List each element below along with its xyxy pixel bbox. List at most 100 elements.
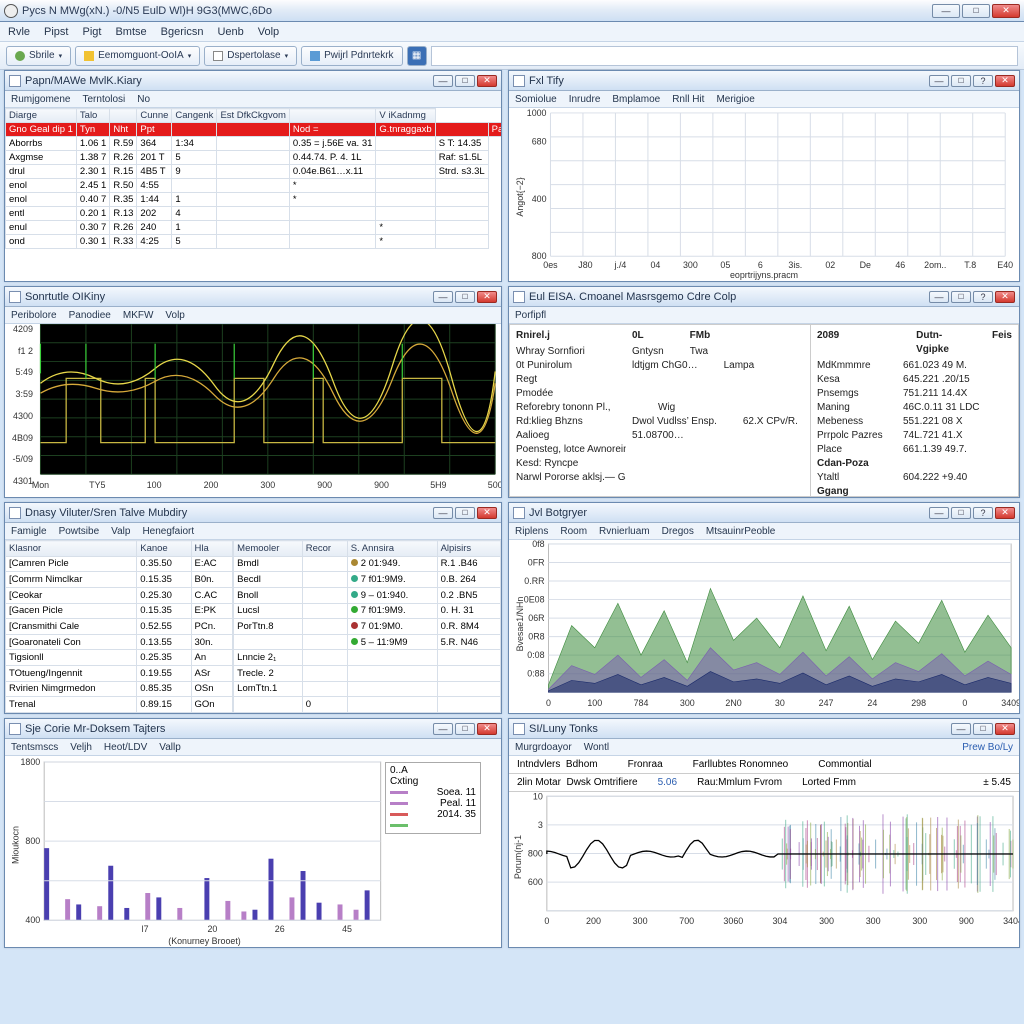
toolbar-button-1[interactable]: Sbrile▾ — [6, 46, 71, 66]
svg-text:TY5: TY5 — [89, 480, 105, 490]
toolbar-icon[interactable]: ▦ — [407, 46, 427, 66]
panel-icon — [513, 75, 525, 87]
panel-min[interactable]: — — [433, 723, 453, 735]
panel-max[interactable]: ☐ — [951, 75, 971, 87]
panel-menu-item[interactable]: MKFW — [123, 310, 154, 321]
svg-text:3404: 3404 — [1003, 916, 1019, 926]
panel-title-text: Sje Corie Mr-Doksem Tajters — [25, 723, 429, 735]
panel-min[interactable]: — — [929, 291, 949, 303]
panel-close[interactable]: ✕ — [477, 723, 497, 735]
svg-text:Angot{−2}: Angot{−2} — [515, 177, 525, 216]
svg-text:300: 300 — [633, 916, 648, 926]
panel-menu-item[interactable]: Heot/LDV — [104, 742, 147, 753]
menu-item[interactable]: Bmtse — [115, 26, 146, 38]
panel-close[interactable]: ✕ — [995, 291, 1015, 303]
panel-min[interactable]: — — [929, 507, 949, 519]
panel-max[interactable]: ☐ — [455, 75, 475, 87]
panel-close[interactable]: ✕ — [995, 507, 1015, 519]
panel-menu-item[interactable]: MtsauinrPeoble — [706, 526, 775, 537]
panel-min[interactable]: — — [433, 291, 453, 303]
panel-menu-item[interactable]: Henegfaiort — [142, 526, 194, 537]
panel-menu-item[interactable]: Riplens — [515, 526, 548, 537]
svg-text:0R8: 0R8 — [528, 632, 544, 642]
svg-text:900: 900 — [317, 480, 332, 490]
maximize-button[interactable]: ☐ — [962, 4, 990, 18]
panel-menu-item[interactable]: Dregos — [662, 526, 694, 537]
panel-menu-item[interactable]: Inrudre — [569, 94, 601, 105]
panel-menu-item[interactable]: Famigle — [11, 526, 47, 537]
panel-menu-item[interactable]: Powtsibe — [59, 526, 100, 537]
menu-item[interactable]: Pigt — [82, 26, 101, 38]
svg-text:05: 05 — [720, 260, 730, 270]
panel-close[interactable]: ✕ — [477, 75, 497, 87]
panel-min[interactable]: — — [433, 75, 453, 87]
panel-spectrum: Jvl Botgryer —☐?✕ Riplens Room Rvnierlua… — [508, 502, 1020, 714]
panel-close[interactable]: ✕ — [995, 75, 1015, 87]
svg-text:0f8: 0f8 — [532, 540, 544, 549]
panel-title-text: Fxl Tify — [529, 75, 925, 87]
panel-menu-item[interactable]: Veljh — [70, 742, 92, 753]
panel-menu-item[interactable]: Valp — [111, 526, 130, 537]
panel-link[interactable]: Prew Bo/Ly — [962, 742, 1013, 753]
list-left[interactable]: KlasnorKanoeHla[Camren Picle0.35.50E:AC[… — [5, 540, 233, 713]
panel-menu-item[interactable]: Room — [560, 526, 587, 537]
panel-min[interactable]: — — [433, 507, 453, 519]
panel-max[interactable]: ☐ — [455, 291, 475, 303]
close-button[interactable]: ✕ — [992, 4, 1020, 18]
spectrum-chart: 0f80FR0.RR0E0806R0R80:080:88 01007843002… — [509, 540, 1019, 713]
panel-close[interactable]: ✕ — [995, 723, 1015, 735]
panel-max[interactable]: ☐ — [973, 723, 993, 735]
menu-item[interactable]: Bgericsn — [161, 26, 204, 38]
toolbar-button-2[interactable]: Eemomguont-OoIA▾ — [75, 46, 200, 66]
panel-min[interactable]: — — [929, 75, 949, 87]
panel-menu-item[interactable]: Vallp — [159, 742, 181, 753]
svg-text:0: 0 — [546, 698, 551, 708]
menu-item[interactable]: Rvle — [8, 26, 30, 38]
panel-menu-item[interactable]: Bmplamoe — [612, 94, 660, 105]
toolbar-button-4[interactable]: Pwijrl Pdnrtekrk — [301, 46, 402, 66]
panel-menu-item[interactable]: Rnll Hit — [672, 94, 704, 105]
toolbar-button-3[interactable]: Dspertolase▾ — [204, 46, 297, 66]
svg-text:(Konurney Brooet): (Konurney Brooet) — [168, 936, 241, 946]
panel-max[interactable]: ☐ — [951, 291, 971, 303]
panel-menu-item[interactable]: Peribolore — [11, 310, 57, 321]
panel-menu-item[interactable]: Porfipfl — [515, 310, 546, 321]
svg-text:26: 26 — [275, 924, 285, 934]
menu-item[interactable]: Volp — [258, 26, 279, 38]
menu-item[interactable]: Uenb — [217, 26, 243, 38]
panel-close[interactable]: ✕ — [477, 291, 497, 303]
data-table[interactable]: DiargeTaloCunneCangenkEst DfkCkgvomV iKa… — [5, 108, 501, 249]
panel-menu-item[interactable]: No — [137, 94, 150, 105]
panel-close[interactable]: ✕ — [477, 507, 497, 519]
address-bar[interactable] — [431, 46, 1018, 66]
panel-max[interactable]: ☐ — [455, 723, 475, 735]
menu-item[interactable]: Pipst — [44, 26, 68, 38]
app-title: Pycs N MWg(xN.) -0/N5 EulD Wl)H 9G3(MWC,… — [22, 5, 932, 17]
panel-table: Papn/MAWe MvlK.Kiary —☐✕ Rumjgomene Tern… — [4, 70, 502, 282]
svg-text:1000: 1000 — [527, 108, 547, 118]
panel-help[interactable]: ? — [973, 291, 993, 303]
panel-menu-item[interactable]: Merigioe — [716, 94, 754, 105]
panel-max[interactable]: ☐ — [951, 507, 971, 519]
panel-min[interactable]: — — [951, 723, 971, 735]
panel-menu-item[interactable]: Tentsmscs — [11, 742, 58, 753]
panel-icon — [9, 75, 21, 87]
legend: 0..ACxtingSoea. 11Peal. 112014. 35 — [385, 762, 481, 834]
panel-icon — [9, 507, 21, 519]
panel-menu-item[interactable]: Wontl — [584, 742, 609, 753]
panel-menu-item[interactable]: Rvnierluam — [599, 526, 650, 537]
panel-menu-item[interactable]: Panodiee — [69, 310, 111, 321]
panel-help[interactable]: ? — [973, 507, 993, 519]
panel-menu-item[interactable]: Terntolosi — [82, 94, 125, 105]
svg-text:0E08: 0E08 — [524, 595, 545, 605]
panel-max[interactable]: ☐ — [455, 507, 475, 519]
panel-title-text: Papn/MAWe MvlK.Kiary — [25, 75, 429, 87]
panel-menu-item[interactable]: Volp — [165, 310, 184, 321]
svg-text:3060: 3060 — [723, 916, 743, 926]
minimize-button[interactable]: — — [932, 4, 960, 18]
panel-help[interactable]: ? — [973, 75, 993, 87]
list-right[interactable]: MemoolerRecorS. AnnsiraAlpisirsBmdl2 01:… — [233, 540, 501, 713]
panel-menu-item[interactable]: Rumjgomene — [11, 94, 70, 105]
panel-menu-item[interactable]: Murgrdoayor — [515, 742, 572, 753]
panel-menu-item[interactable]: Somiolue — [515, 94, 557, 105]
